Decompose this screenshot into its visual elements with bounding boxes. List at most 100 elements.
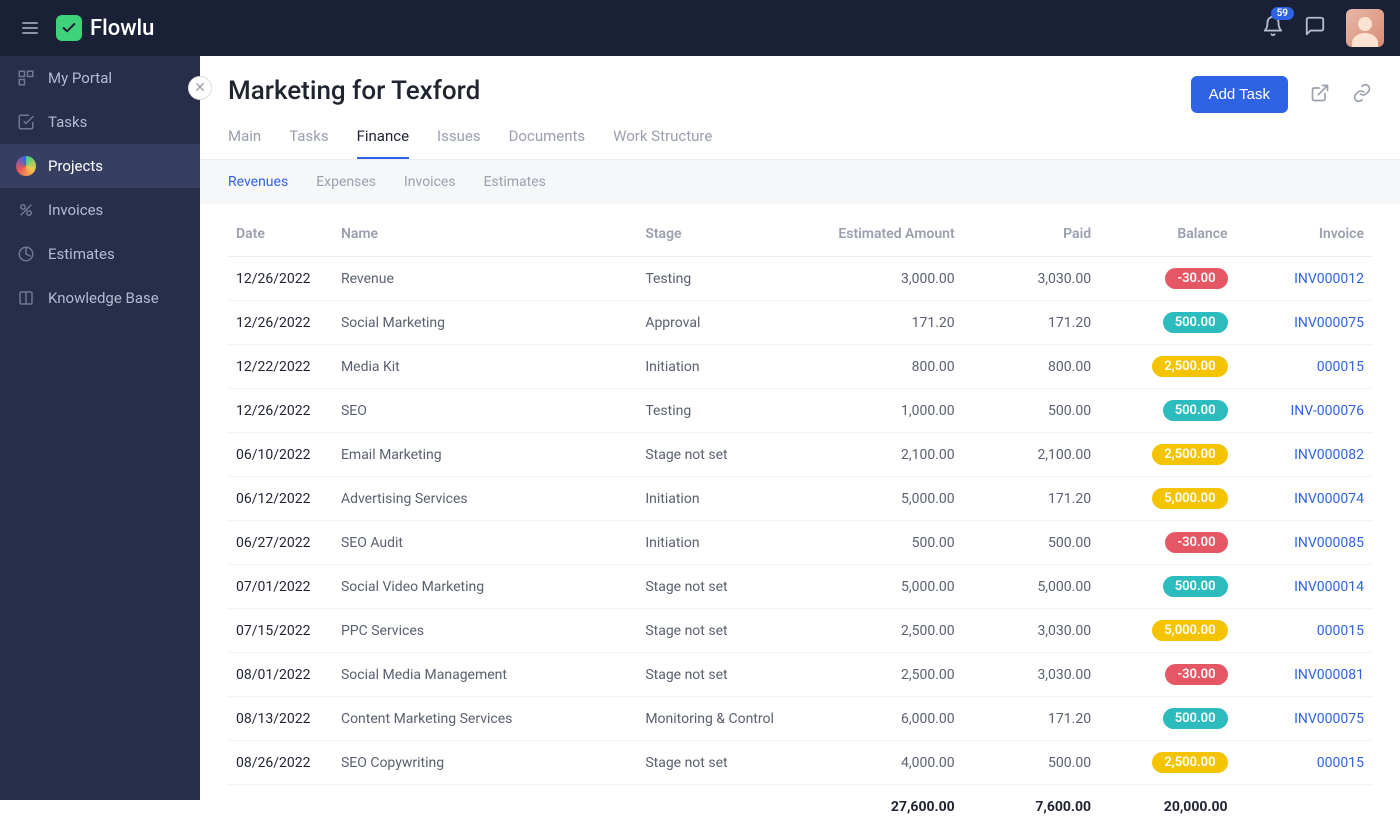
brand-logo[interactable]: Flowlu bbox=[56, 15, 154, 41]
tab-finance[interactable]: Finance bbox=[357, 127, 409, 159]
cell-invoice-link[interactable]: 000015 bbox=[1236, 345, 1372, 389]
cell-invoice-link[interactable]: INV000075 bbox=[1236, 697, 1372, 741]
subtab-expenses[interactable]: Expenses bbox=[316, 174, 376, 190]
cell-date: 08/13/2022 bbox=[228, 697, 333, 741]
table-row[interactable]: 06/12/2022Advertising ServicesInitiation… bbox=[228, 477, 1372, 521]
subtab-invoices[interactable]: Invoices bbox=[404, 174, 456, 190]
cell-stage: Stage not set bbox=[637, 565, 794, 609]
cell-invoice-link[interactable]: INV-000076 bbox=[1236, 389, 1372, 433]
table-row[interactable]: 06/10/2022Email MarketingStage not set2,… bbox=[228, 433, 1372, 477]
cell-estimated: 6,000.00 bbox=[795, 697, 963, 741]
cell-paid: 5,000.00 bbox=[963, 565, 1099, 609]
table-row[interactable]: 12/26/2022Social MarketingApproval171.20… bbox=[228, 301, 1372, 345]
cell-date: 06/27/2022 bbox=[228, 521, 333, 565]
cell-balance: -30.00 bbox=[1099, 257, 1235, 301]
notifications-button[interactable]: 59 bbox=[1262, 15, 1284, 41]
close-button[interactable]: ✕ bbox=[188, 76, 212, 100]
cell-balance: 500.00 bbox=[1099, 301, 1235, 345]
subtab-estimates[interactable]: Estimates bbox=[484, 174, 546, 190]
user-avatar[interactable] bbox=[1346, 9, 1384, 47]
cell-name: Email Marketing bbox=[333, 433, 637, 477]
col-stage[interactable]: Stage bbox=[637, 212, 794, 257]
cell-stage: Testing bbox=[637, 257, 794, 301]
cell-stage: Stage not set bbox=[637, 609, 794, 653]
cell-estimated: 5,000.00 bbox=[795, 565, 963, 609]
table-row[interactable]: 08/01/2022Social Media ManagementStage n… bbox=[228, 653, 1372, 697]
total-estimated: 27,600.00 bbox=[795, 785, 963, 826]
open-external-icon[interactable] bbox=[1310, 83, 1330, 107]
cell-stage: Initiation bbox=[637, 477, 794, 521]
table-row[interactable]: 12/26/2022RevenueTesting3,000.003,030.00… bbox=[228, 257, 1372, 301]
cell-date: 07/01/2022 bbox=[228, 565, 333, 609]
tab-tasks[interactable]: Tasks bbox=[289, 127, 328, 159]
cell-invoice-link[interactable]: INV000082 bbox=[1236, 433, 1372, 477]
menu-toggle-button[interactable] bbox=[16, 16, 44, 40]
tab-documents[interactable]: Documents bbox=[509, 127, 586, 159]
cell-balance: 2,500.00 bbox=[1099, 741, 1235, 785]
cell-estimated: 171.20 bbox=[795, 301, 963, 345]
table-row[interactable]: 08/13/2022Content Marketing ServicesMoni… bbox=[228, 697, 1372, 741]
link-icon[interactable] bbox=[1352, 83, 1372, 107]
tab-main[interactable]: Main bbox=[228, 127, 261, 159]
cell-estimated: 500.00 bbox=[795, 521, 963, 565]
sidebar-item-knowledge-base[interactable]: Knowledge Base bbox=[0, 276, 200, 320]
cell-estimated: 4,000.00 bbox=[795, 741, 963, 785]
sidebar: My Portal Tasks Projects Invoices Estima… bbox=[0, 56, 200, 800]
cell-paid: 3,030.00 bbox=[963, 653, 1099, 697]
cell-name: Social Video Marketing bbox=[333, 565, 637, 609]
table-row[interactable]: 12/22/2022Media KitInitiation800.00800.0… bbox=[228, 345, 1372, 389]
subtab-revenues[interactable]: Revenues bbox=[228, 174, 288, 190]
cell-invoice-link[interactable]: INV000081 bbox=[1236, 653, 1372, 697]
cell-stage: Monitoring & Control bbox=[637, 697, 794, 741]
col-estimated[interactable]: Estimated Amount bbox=[795, 212, 963, 257]
cell-invoice-link[interactable]: INV000012 bbox=[1236, 257, 1372, 301]
table-row[interactable]: 06/27/2022SEO AuditInitiation500.00500.0… bbox=[228, 521, 1372, 565]
add-task-button[interactable]: Add Task bbox=[1191, 76, 1288, 113]
revenues-table: Date Name Stage Estimated Amount Paid Ba… bbox=[228, 212, 1372, 826]
cell-name: Media Kit bbox=[333, 345, 637, 389]
col-paid[interactable]: Paid bbox=[963, 212, 1099, 257]
tabs: Main Tasks Finance Issues Documents Work… bbox=[200, 113, 1400, 160]
table-row[interactable]: 07/15/2022PPC ServicesStage not set2,500… bbox=[228, 609, 1372, 653]
cell-invoice-link[interactable]: 000015 bbox=[1236, 741, 1372, 785]
cell-invoice-link[interactable]: INV000014 bbox=[1236, 565, 1372, 609]
knowledge-icon bbox=[16, 288, 36, 308]
cell-date: 06/10/2022 bbox=[228, 433, 333, 477]
cell-invoice-link[interactable]: 000015 bbox=[1236, 609, 1372, 653]
cell-paid: 171.20 bbox=[963, 301, 1099, 345]
cell-balance: 500.00 bbox=[1099, 697, 1235, 741]
cell-stage: Approval bbox=[637, 301, 794, 345]
page-title: Marketing for Texford bbox=[228, 76, 480, 106]
invoices-icon bbox=[16, 200, 36, 220]
cell-paid: 500.00 bbox=[963, 741, 1099, 785]
cell-name: Content Marketing Services bbox=[333, 697, 637, 741]
cell-estimated: 3,000.00 bbox=[795, 257, 963, 301]
sidebar-item-projects[interactable]: Projects bbox=[0, 144, 200, 188]
col-name[interactable]: Name bbox=[333, 212, 637, 257]
cell-date: 08/26/2022 bbox=[228, 741, 333, 785]
table-row[interactable]: 08/26/2022SEO CopywritingStage not set4,… bbox=[228, 741, 1372, 785]
col-date[interactable]: Date bbox=[228, 212, 333, 257]
sidebar-item-label: Estimates bbox=[48, 245, 115, 263]
sidebar-item-estimates[interactable]: Estimates bbox=[0, 232, 200, 276]
col-balance[interactable]: Balance bbox=[1099, 212, 1235, 257]
cell-invoice-link[interactable]: INV000085 bbox=[1236, 521, 1372, 565]
cell-invoice-link[interactable]: INV000074 bbox=[1236, 477, 1372, 521]
cell-balance: 500.00 bbox=[1099, 389, 1235, 433]
messages-button[interactable] bbox=[1304, 15, 1326, 41]
sidebar-item-invoices[interactable]: Invoices bbox=[0, 188, 200, 232]
cell-estimated: 5,000.00 bbox=[795, 477, 963, 521]
tab-issues[interactable]: Issues bbox=[437, 127, 481, 159]
cell-invoice-link[interactable]: INV000075 bbox=[1236, 301, 1372, 345]
table-row[interactable]: 07/01/2022Social Video MarketingStage no… bbox=[228, 565, 1372, 609]
col-invoice[interactable]: Invoice bbox=[1236, 212, 1372, 257]
tab-work-structure[interactable]: Work Structure bbox=[613, 127, 712, 159]
sidebar-item-tasks[interactable]: Tasks bbox=[0, 100, 200, 144]
tasks-icon bbox=[16, 112, 36, 132]
cell-estimated: 2,500.00 bbox=[795, 609, 963, 653]
table-row[interactable]: 12/26/2022SEOTesting1,000.00500.00500.00… bbox=[228, 389, 1372, 433]
cell-paid: 171.20 bbox=[963, 697, 1099, 741]
logo-icon bbox=[56, 15, 82, 41]
sidebar-item-my-portal[interactable]: My Portal bbox=[0, 56, 200, 100]
topbar: Flowlu 59 bbox=[0, 0, 1400, 56]
